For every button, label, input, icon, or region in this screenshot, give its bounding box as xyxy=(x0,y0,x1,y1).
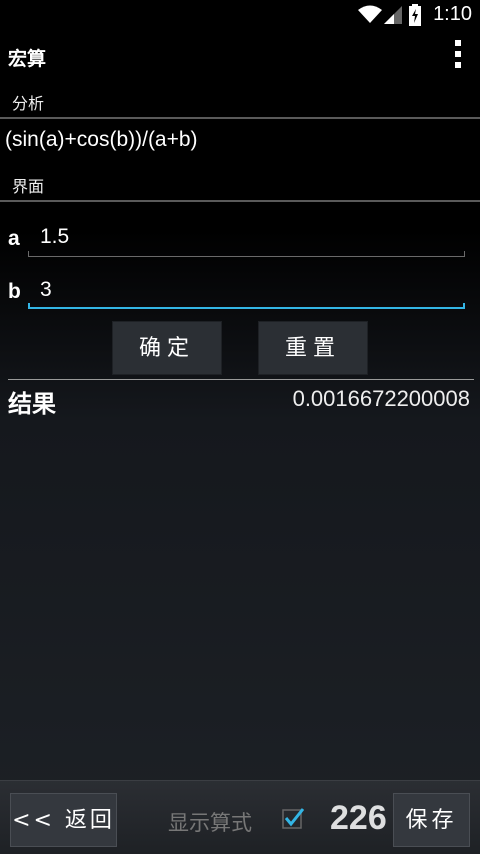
overflow-menu-icon[interactable] xyxy=(452,40,464,72)
status-time: 1:10 xyxy=(433,3,472,25)
reset-button[interactable]: 重置 xyxy=(258,321,368,375)
variable-a-input[interactable] xyxy=(28,222,477,252)
app-title: 宏算 xyxy=(8,48,47,70)
show-formula-label: 显示算式 xyxy=(168,811,252,835)
formula-text: (sin(a)+cos(b))/(a+b) xyxy=(5,128,198,151)
back-button[interactable]: << 返回 xyxy=(10,793,117,847)
watermark-logo: 226 xyxy=(330,799,387,837)
interface-divider xyxy=(0,200,480,202)
analysis-divider xyxy=(0,117,480,119)
battery-icon xyxy=(409,4,421,26)
status-bar: 1:10 xyxy=(0,0,480,32)
show-formula-checkbox[interactable] xyxy=(282,807,304,829)
variable-b-underline-focused xyxy=(28,303,465,309)
confirm-button[interactable]: 确定 xyxy=(112,321,222,375)
wifi-icon xyxy=(358,5,382,23)
analysis-header: 分析 xyxy=(12,94,45,113)
interface-header: 界面 xyxy=(12,177,45,196)
result-divider xyxy=(8,379,474,380)
variable-a-underline xyxy=(28,251,465,257)
save-button[interactable]: 保存 xyxy=(393,793,470,847)
variable-b-label: b xyxy=(8,280,21,303)
variable-b-input[interactable] xyxy=(28,275,477,305)
signal-icon xyxy=(384,6,402,24)
result-label: 结果 xyxy=(8,390,56,418)
action-bar: 宏算 xyxy=(0,32,480,82)
bottom-bar: << 返回 显示算式 226 保存 xyxy=(0,780,480,854)
result-value: 0.0016672200008 xyxy=(292,386,470,411)
variable-a-label: a xyxy=(8,227,20,250)
